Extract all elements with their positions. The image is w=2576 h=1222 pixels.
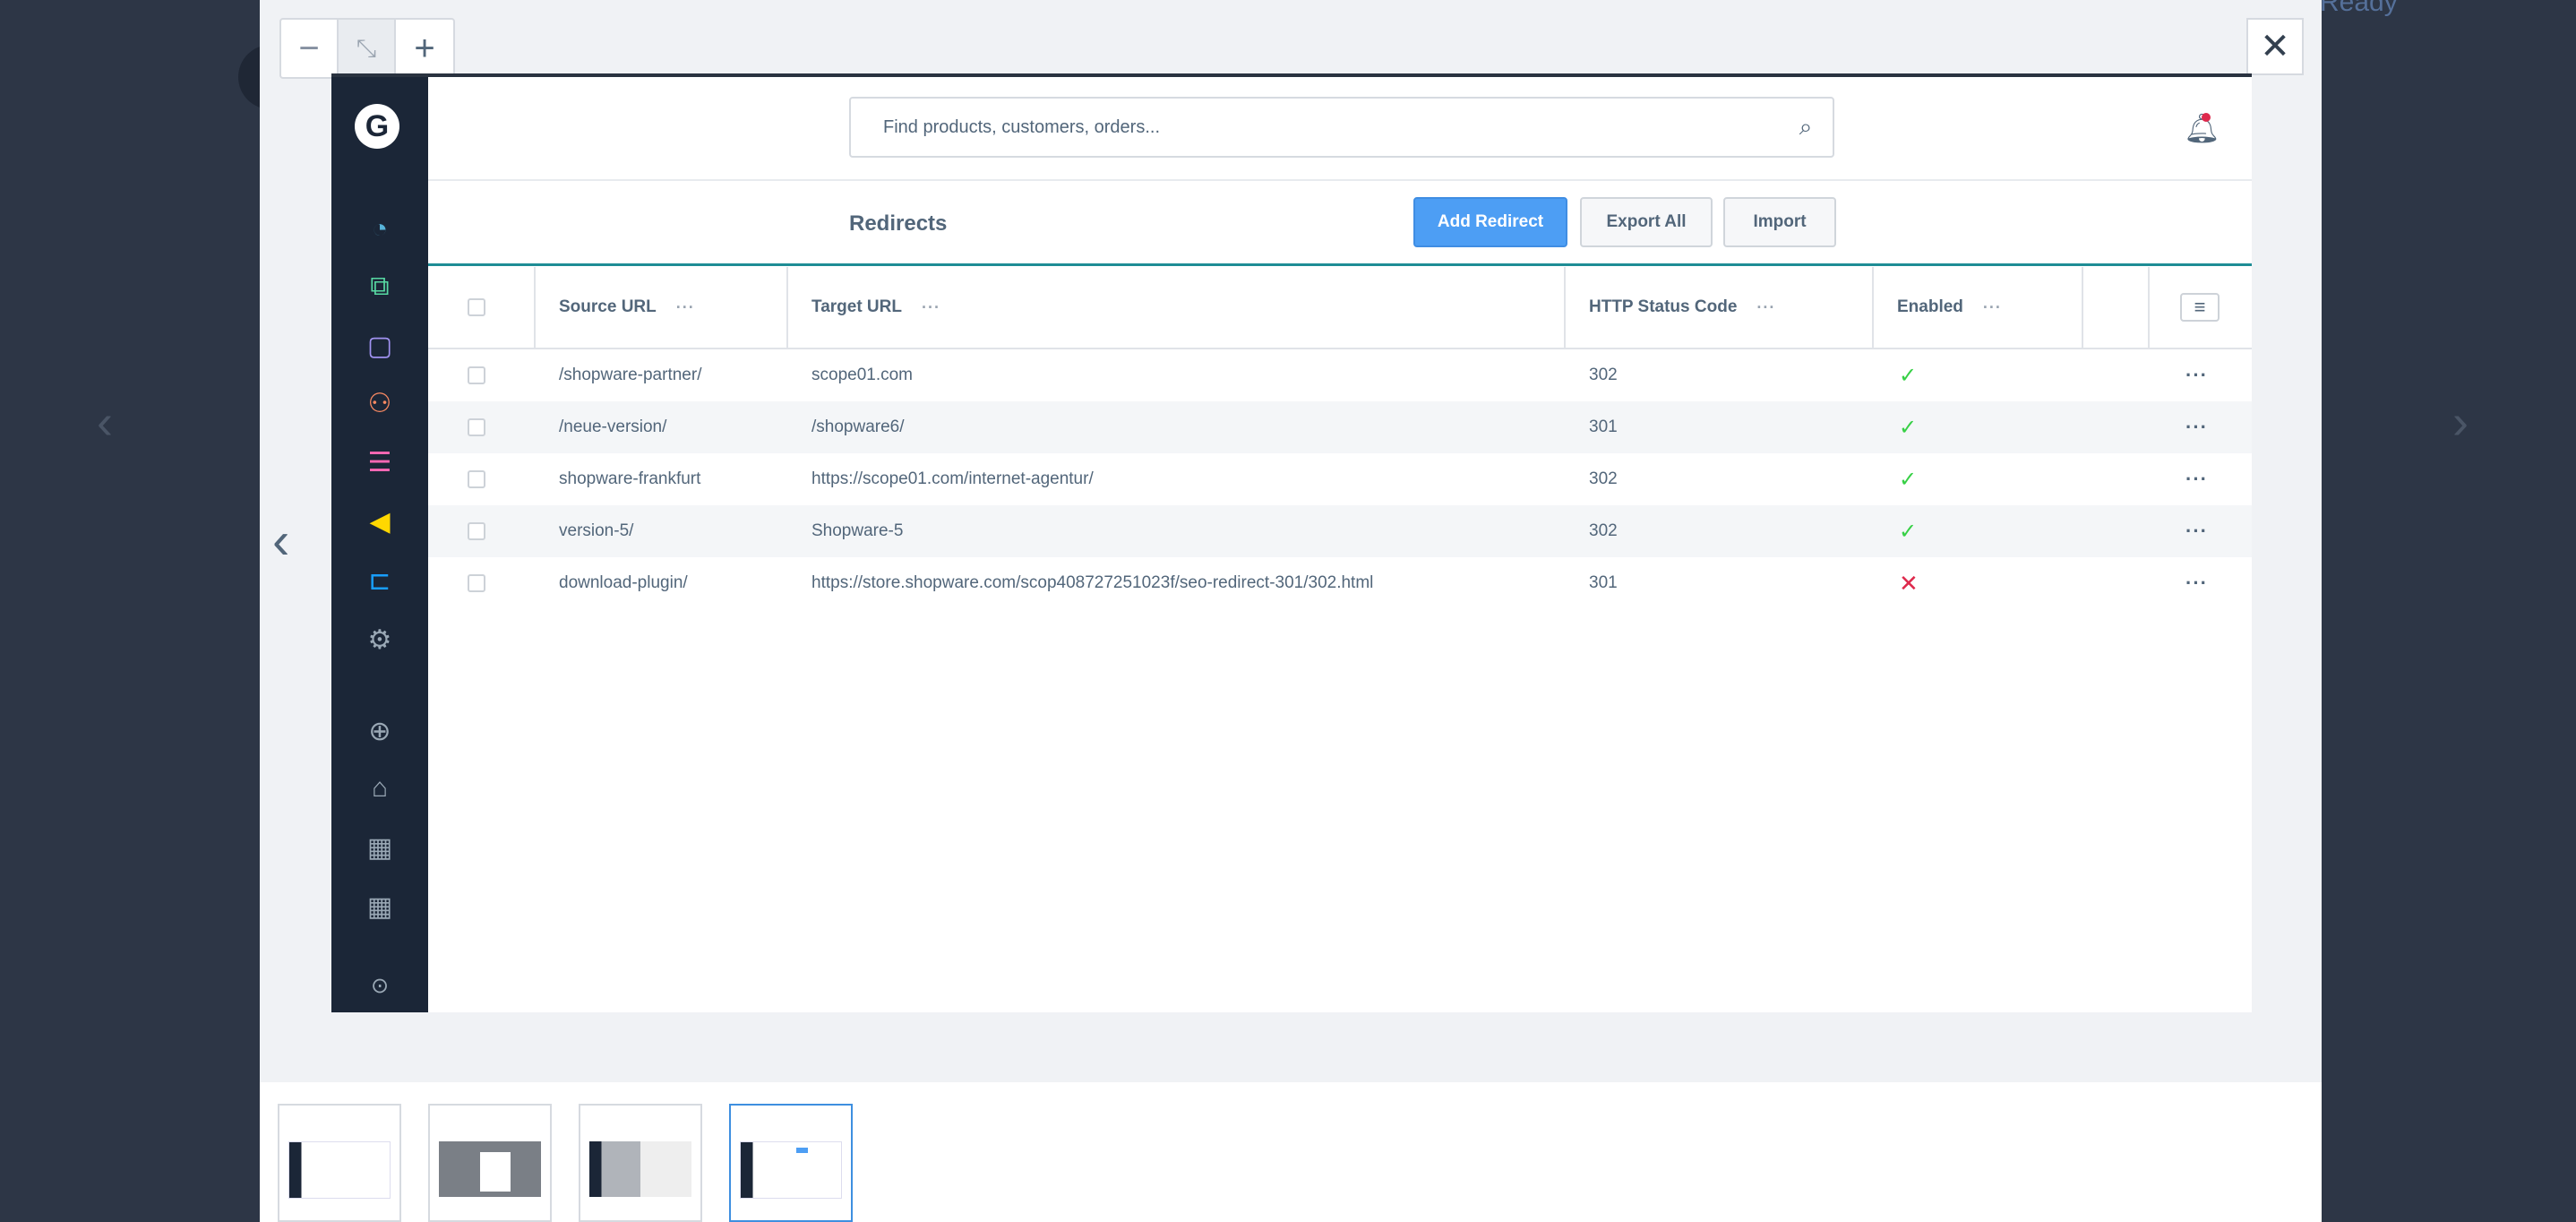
- column-menu-icon[interactable]: ···: [676, 298, 695, 317]
- target-url-cell: Shopware-5: [811, 521, 904, 540]
- row-checkbox[interactable]: [468, 574, 485, 592]
- table-row[interactable]: /neue-version/ /shopware6/ 301 ✓ ···: [428, 401, 2252, 453]
- column-settings-icon[interactable]: ≡: [2180, 293, 2220, 322]
- table-row[interactable]: /shopware-partner/ scope01.com 302 ✓ ···: [428, 349, 2252, 401]
- column-enabled[interactable]: Enabled ···: [1897, 267, 2002, 348]
- zoom-out-button[interactable]: −: [281, 20, 339, 77]
- target-url-cell: https://store.shopware.com/scop408727251…: [811, 573, 1374, 592]
- thumbnail[interactable]: [278, 1104, 401, 1222]
- select-all-checkbox[interactable]: [468, 298, 485, 316]
- header-divider: [428, 179, 2252, 181]
- column-target-url[interactable]: Target URL ···: [811, 267, 940, 348]
- settings-icon[interactable]: ⚙: [362, 622, 398, 658]
- row-actions-icon[interactable]: ···: [2185, 572, 2208, 595]
- close-viewer-button[interactable]: ✕: [2246, 18, 2304, 75]
- search-icon[interactable]: ⌕: [1779, 113, 1833, 142]
- column-menu-icon[interactable]: ···: [1756, 298, 1775, 317]
- thumbnail[interactable]: [428, 1104, 552, 1222]
- enabled-check-icon: ✓: [1899, 467, 1918, 492]
- row-checkbox[interactable]: [468, 418, 485, 436]
- customers-icon[interactable]: ⚇: [362, 385, 398, 421]
- thumbnail[interactable]: [579, 1104, 702, 1222]
- row-checkbox[interactable]: [468, 522, 485, 540]
- table-row[interactable]: version-5/ Shopware-5 302 ✓ ···: [428, 505, 2252, 557]
- table-row[interactable]: shopware-frankfurt https://scope01.com/i…: [428, 453, 2252, 505]
- add-sales-channel-icon[interactable]: ⊕: [362, 713, 398, 749]
- column-http-status[interactable]: HTTP Status Code ···: [1589, 267, 1775, 348]
- status-code-cell: 302: [1589, 521, 1618, 540]
- status-code-cell: 302: [1589, 366, 1618, 384]
- catalogue-icon[interactable]: ⧉: [362, 269, 398, 305]
- enabled-check-icon: ✓: [1899, 415, 1918, 440]
- grid-header-row: Source URL ··· Target URL ··· HTTP Status …: [428, 267, 2252, 349]
- collapse-sidebar-icon[interactable]: ⊙: [362, 968, 398, 1003]
- row-actions-icon[interactable]: ···: [2185, 416, 2208, 439]
- background-next-icon: ›: [2452, 395, 2469, 449]
- column-source-url[interactable]: Source URL ···: [559, 267, 695, 348]
- source-url-cell: /shopware-partner/: [559, 366, 702, 384]
- admin-main: ⌕ 🔔︎ Redirects Add Redirect Export All I…: [428, 77, 2252, 1012]
- dashboard-icon[interactable]: ◔: [362, 211, 398, 247]
- marketing-icon[interactable]: ◀: [362, 503, 398, 539]
- source-url-cell: version-5/: [559, 521, 634, 540]
- import-button[interactable]: Import: [1723, 197, 1836, 247]
- shopware-logo: G: [355, 104, 399, 149]
- notification-badge: [2202, 113, 2211, 122]
- background-ready-label: Ready: [2320, 0, 2398, 17]
- row-actions-icon[interactable]: ···: [2185, 468, 2208, 491]
- source-url-cell: shopware-frankfurt: [559, 469, 701, 488]
- disabled-cross-icon: ✕: [1899, 569, 1919, 597]
- thumbnail-active[interactable]: [729, 1104, 853, 1222]
- target-url-cell: scope01.com: [811, 366, 914, 384]
- page-title: Redirects: [849, 211, 948, 236]
- column-menu-icon[interactable]: ···: [922, 298, 940, 317]
- add-redirect-button[interactable]: Add Redirect: [1413, 197, 1567, 247]
- source-url-cell: /neue-version/: [559, 417, 667, 436]
- storefront-icon-2[interactable]: ▦: [362, 889, 398, 925]
- content-icon[interactable]: ☰: [362, 444, 398, 480]
- basket-icon[interactable]: ⌂: [362, 770, 398, 806]
- thumbnail-strip: [260, 1082, 2322, 1222]
- status-code-cell: 301: [1589, 417, 1618, 436]
- row-checkbox[interactable]: [468, 366, 485, 384]
- zoom-reset-button[interactable]: ⤡: [339, 20, 396, 77]
- global-search-input[interactable]: [881, 116, 1779, 139]
- admin-sidebar: G ◔ ⧉ ▢ ⚇ ☰ ◀ ⊏ ⚙ ⊕ ⌂ ▦ ▦ ⊙: [331, 77, 428, 1012]
- orders-icon[interactable]: ▢: [362, 328, 398, 364]
- zoom-controls: − ⤡ +: [279, 18, 455, 79]
- enabled-check-icon: ✓: [1899, 519, 1918, 544]
- row-checkbox[interactable]: [468, 470, 485, 488]
- extensions-icon[interactable]: ⊏: [362, 563, 398, 598]
- status-code-cell: 302: [1589, 469, 1618, 488]
- storefront-icon[interactable]: ▦: [362, 830, 398, 865]
- table-row[interactable]: download-plugin/ https://store.shopware.…: [428, 557, 2252, 609]
- previous-image-button[interactable]: ‹: [272, 511, 289, 571]
- admin-screenshot: G ◔ ⧉ ▢ ⚇ ☰ ◀ ⊏ ⚙ ⊕ ⌂ ▦ ▦ ⊙ ⌕ 🔔︎ Redirec…: [331, 73, 2252, 1012]
- row-actions-icon[interactable]: ···: [2185, 364, 2208, 387]
- enabled-check-icon: ✓: [1899, 363, 1918, 388]
- zoom-in-button[interactable]: +: [396, 20, 453, 77]
- export-all-button[interactable]: Export All: [1580, 197, 1713, 247]
- background-prev-icon: ‹: [97, 395, 113, 449]
- column-menu-icon[interactable]: ···: [1983, 298, 2002, 317]
- status-code-cell: 301: [1589, 573, 1618, 592]
- smartbar-divider: [428, 263, 2252, 266]
- row-actions-icon[interactable]: ···: [2185, 520, 2208, 543]
- source-url-cell: download-plugin/: [559, 573, 688, 592]
- target-url-cell: /shopware6/: [811, 417, 905, 436]
- target-url-cell: https://scope01.com/internet-agentur/: [811, 469, 1094, 488]
- global-search: ⌕: [849, 97, 1834, 158]
